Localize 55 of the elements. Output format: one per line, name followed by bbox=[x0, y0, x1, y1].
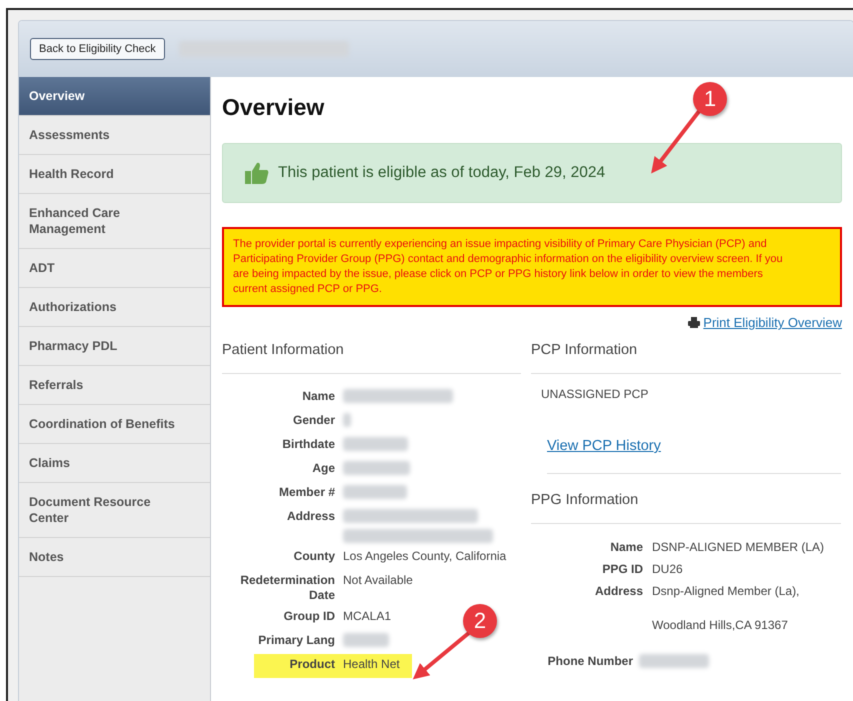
sidebar-item[interactable]: Referrals bbox=[19, 366, 210, 405]
sidebar-item[interactable]: Notes bbox=[19, 538, 210, 577]
callout-arrow bbox=[651, 108, 702, 174]
sidebar-item[interactable]: Enhanced Care Management bbox=[19, 194, 210, 249]
field-label: Member # bbox=[278, 485, 336, 501]
section-title: PCP Information bbox=[531, 342, 841, 374]
sidebar-item[interactable]: Authorizations bbox=[19, 288, 210, 327]
warning-message: The provider portal is currently experiencing an issue impacting visibility of Primary Care Physician (PCP) and Participating Provider Group (PPG) contact and demographic information on the eligibility overview screen. If you are being impacted by the issue, please click on PCP or PPG history link below in order to view the members current assigned PCP or PPG. bbox=[222, 227, 842, 307]
field-value: Los Angeles County, California bbox=[343, 549, 506, 563]
thumbs-up-icon bbox=[245, 162, 269, 184]
eligibility-message: This patient is eligible as of today, Feb 29, 2024 bbox=[278, 164, 606, 182]
page-title: Overview bbox=[222, 94, 324, 121]
sidebar-item[interactable]: Coordination of Benefits bbox=[19, 405, 210, 444]
field-label: Product bbox=[288, 657, 336, 673]
field-label: Address bbox=[594, 584, 644, 600]
field-label: Group ID bbox=[282, 609, 336, 625]
sidebar-item[interactable]: Pharmacy PDL bbox=[19, 327, 210, 366]
field-label: Phone Number bbox=[546, 654, 634, 668]
field-label: County bbox=[292, 549, 336, 565]
back-button[interactable]: Back to Eligibility Check bbox=[30, 38, 165, 60]
view-pcp-history-link[interactable]: View PCP History bbox=[547, 438, 661, 454]
redacted-value bbox=[639, 654, 709, 668]
print-link[interactable]: Print Eligibility Overview bbox=[688, 315, 842, 330]
field-value: DU26 bbox=[652, 562, 683, 576]
field-label: Gender bbox=[292, 413, 336, 429]
field-value: Dsnp-Aligned Member (La), bbox=[652, 584, 800, 598]
field-value: Woodland Hills,CA 91367 bbox=[652, 618, 789, 632]
section-title: Patient Information bbox=[222, 342, 521, 374]
field-value: Not Available bbox=[343, 573, 413, 587]
callout-arrow bbox=[412, 630, 472, 680]
sidebar-item[interactable]: Claims bbox=[19, 444, 210, 483]
sidebar-item[interactable]: ADT bbox=[19, 249, 210, 288]
redacted-value bbox=[343, 633, 389, 647]
field-label: Address bbox=[286, 509, 336, 525]
field-label: PPG ID bbox=[601, 562, 644, 576]
field-label: Birthdate bbox=[281, 437, 336, 453]
sidebar-item[interactable]: Assessments bbox=[19, 116, 210, 155]
redacted-value bbox=[343, 461, 410, 475]
field-label: Redetermination Date bbox=[239, 573, 336, 603]
field-label: Age bbox=[311, 461, 336, 477]
field-value: Health Net bbox=[343, 657, 400, 671]
field-value: MCALA1 bbox=[343, 609, 392, 623]
field-label: Primary Lang bbox=[257, 633, 336, 649]
redacted-value bbox=[343, 413, 351, 427]
section-title: PPG Information bbox=[531, 492, 841, 524]
field-label: Name bbox=[301, 389, 336, 405]
field-value: DSNP-ALIGNED MEMBER (LA) bbox=[652, 540, 824, 554]
pcp-status: UNASSIGNED PCP bbox=[540, 386, 650, 401]
printer-icon bbox=[688, 317, 700, 328]
redacted-value bbox=[343, 437, 408, 451]
redacted-value bbox=[343, 485, 407, 499]
field-label: Name bbox=[609, 540, 644, 554]
sidebar-item[interactable]: Document Resource Center bbox=[19, 483, 210, 538]
sidebar-item[interactable]: Overview bbox=[19, 77, 210, 116]
sidebar-item[interactable]: Health Record bbox=[19, 155, 210, 194]
